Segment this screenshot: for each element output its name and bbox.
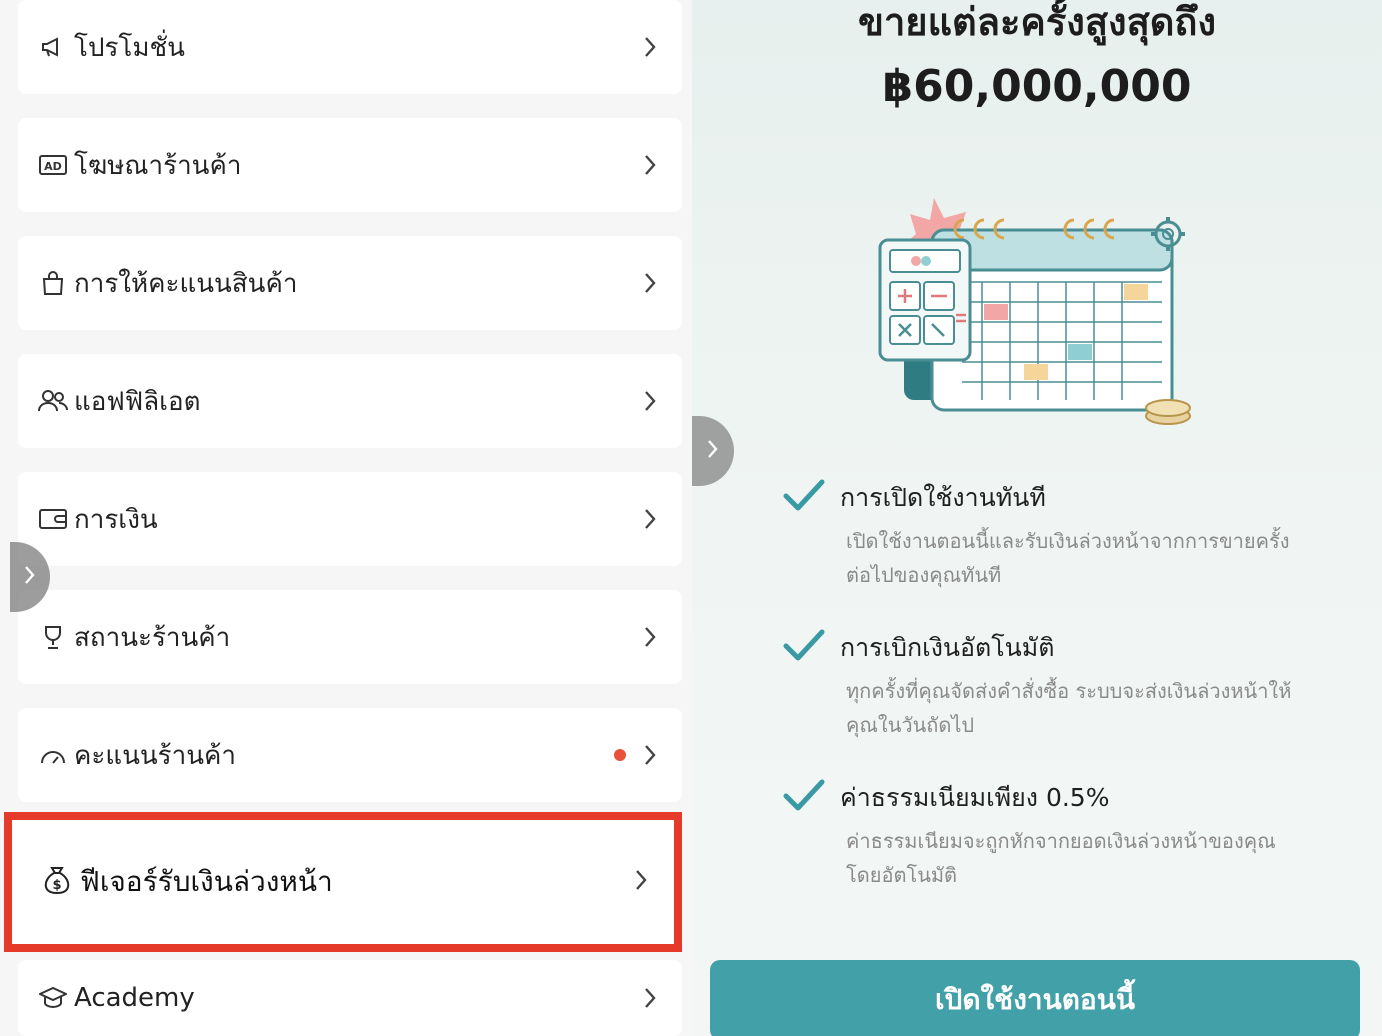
money-bag-icon: $	[42, 865, 72, 899]
expand-side-tab-right[interactable]	[692, 416, 734, 486]
megaphone-icon	[38, 32, 68, 62]
menu-item-label: โฆษณาร้านค้า	[74, 150, 242, 181]
ad-icon: AD	[38, 150, 68, 180]
menu-panel: โปรโมชั่น AD โฆษณาร้านค้า การให้คะแนนสิน…	[0, 0, 692, 1036]
calendar-illustration	[872, 190, 1202, 440]
chevron-right-icon	[640, 268, 660, 298]
menu-item-product-rating[interactable]: การให้คะแนนสินค้า	[18, 236, 682, 330]
menu-item-label: คะแนนร้านค้า	[74, 740, 236, 771]
check-icon	[782, 628, 826, 668]
menu-item-shop-status[interactable]: สถานะร้านค้า	[18, 590, 682, 684]
chevron-right-icon	[707, 438, 719, 464]
feature-description: ทุกครั้งที่คุณจัดส่งคำสั่งซื้อ ระบบจะส่ง…	[846, 679, 1292, 737]
shopping-bag-icon	[38, 268, 68, 298]
menu-item-shop-score[interactable]: คะแนนร้านค้า	[18, 708, 682, 802]
gauge-icon	[38, 740, 68, 770]
activate-now-button[interactable]: เปิดใช้งานตอนนี้	[710, 960, 1360, 1036]
headline-amount: ฿60,000,000	[882, 61, 1192, 112]
notification-dot	[614, 749, 626, 761]
menu-item-affiliate[interactable]: แอฟฟิลิเอต	[18, 354, 682, 448]
menu-item-label: ฟีเจอร์รับเงินล่วงหน้า	[80, 865, 333, 898]
advance-payment-promo: ขายแต่ละครั้งสูงสุดถึง ฿60,000,000 การเป…	[692, 0, 1382, 1036]
feature-description: เปิดใช้งานตอนนี้และรับเงินล่วงหน้าจากการ…	[846, 529, 1290, 587]
feature-title: การเบิกเงินอัตโนมัติ	[840, 633, 1055, 662]
headline-line1: ขายแต่ละครั้งสูงสุดถึง	[857, 0, 1216, 44]
check-icon	[782, 778, 826, 818]
chevron-right-icon	[640, 32, 660, 62]
chevron-right-icon	[640, 504, 660, 534]
wallet-icon	[38, 504, 68, 534]
menu-item-finance[interactable]: การเงิน	[18, 472, 682, 566]
chevron-right-icon	[640, 983, 660, 1013]
chevron-right-icon	[24, 564, 36, 590]
feature-description: ค่าธรรมเนียมจะถูกหักจากยอดเงินล่วงหน้าขอ…	[846, 829, 1276, 887]
trophy-icon	[38, 622, 68, 652]
menu-item-label: การให้คะแนนสินค้า	[74, 268, 298, 299]
feature-title: ค่าธรรมเนียมเพียง 0.5%	[840, 783, 1110, 812]
menu-item-label: สถานะร้านค้า	[74, 622, 231, 653]
chevron-right-icon	[640, 740, 660, 770]
menu-item-advance-payment[interactable]: $ ฟีเจอร์รับเงินล่วงหน้า	[4, 812, 682, 952]
menu-item-label: Academy	[74, 983, 195, 1013]
chevron-right-icon	[640, 386, 660, 416]
chevron-right-icon	[640, 150, 660, 180]
menu-item-label: โปรโมชั่น	[74, 32, 185, 63]
people-icon	[38, 386, 68, 416]
menu-item-academy[interactable]: Academy	[18, 960, 682, 1036]
menu-item-shop-ads[interactable]: AD โฆษณาร้านค้า	[18, 118, 682, 212]
menu-item-label: การเงิน	[74, 504, 158, 535]
graduation-cap-icon	[38, 983, 68, 1013]
svg-text:$: $	[52, 878, 61, 893]
chevron-right-icon	[640, 622, 660, 652]
check-icon	[782, 478, 826, 518]
menu-item-promotion[interactable]: โปรโมชั่น	[18, 0, 682, 94]
chevron-right-icon	[634, 868, 648, 896]
svg-text:AD: AD	[44, 160, 62, 173]
menu-item-label: แอฟฟิลิเอต	[74, 386, 201, 417]
feature-title: การเปิดใช้งานทันที	[840, 483, 1046, 512]
